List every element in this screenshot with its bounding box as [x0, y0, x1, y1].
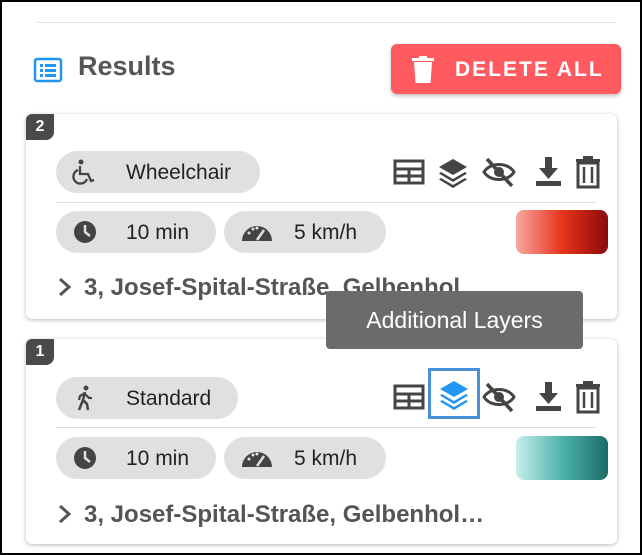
time-chip: 10 min [56, 211, 216, 253]
result-number-badge: 2 [26, 114, 54, 140]
divider [56, 202, 596, 203]
profile-label: Standard [126, 387, 212, 410]
trash-icon[interactable] [571, 380, 605, 414]
layers-icon[interactable] [437, 377, 471, 411]
chevron-right-icon [59, 504, 72, 524]
color-scheme-swatch[interactable] [516, 436, 608, 480]
time-label: 10 min [126, 221, 190, 244]
layers-icon[interactable] [436, 155, 470, 189]
results-panel: Results DELETE ALL 2 Wheelchair 10 min 5… [0, 0, 642, 555]
speedometer-icon [242, 452, 272, 467]
speed-chip: 5 km/h [224, 211, 386, 253]
speed-label: 5 km/h [294, 447, 358, 470]
download-icon[interactable] [533, 155, 567, 189]
tooltip: Additional Layers [326, 291, 583, 349]
visibility-off-icon[interactable] [482, 380, 516, 414]
walking-person-icon [77, 385, 92, 411]
page-title: Results [78, 51, 176, 81]
list-icon [33, 57, 63, 83]
trash-icon [412, 56, 434, 83]
address-expander[interactable]: 3, Josef-Spital-Straße, Gelbenhol… [56, 501, 484, 529]
divider [36, 22, 616, 23]
profile-label: Wheelchair [126, 161, 232, 184]
delete-all-button[interactable]: DELETE ALL [391, 44, 621, 94]
result-card: 2 Wheelchair 10 min 5 km/h 3, Josef-Spit… [26, 114, 617, 319]
delete-all-label: DELETE ALL [455, 58, 604, 81]
speed-chip: 5 km/h [224, 437, 386, 479]
speedometer-icon [242, 226, 272, 241]
color-scheme-swatch[interactable] [516, 210, 608, 254]
chevron-right-icon [59, 277, 72, 297]
result-card: 1 Standard 10 min 5 km/h 3, Josef-Spital… [26, 339, 617, 544]
table-icon[interactable] [392, 380, 426, 414]
time-chip: 10 min [56, 437, 216, 479]
divider [56, 427, 596, 428]
time-label: 10 min [126, 447, 190, 470]
address-label: 3, Josef-Spital-Straße, Gelbenhol… [84, 501, 485, 528]
trash-icon[interactable] [571, 155, 605, 189]
clock-icon [74, 221, 96, 243]
speed-label: 5 km/h [294, 221, 358, 244]
download-icon[interactable] [533, 380, 567, 414]
clock-icon [74, 447, 96, 469]
visibility-off-icon[interactable] [482, 155, 516, 189]
profile-chip: Standard [56, 377, 238, 419]
profile-chip: Wheelchair [56, 151, 260, 193]
result-number-badge: 1 [26, 339, 54, 365]
table-icon[interactable] [392, 155, 426, 189]
wheelchair-icon [72, 159, 95, 185]
